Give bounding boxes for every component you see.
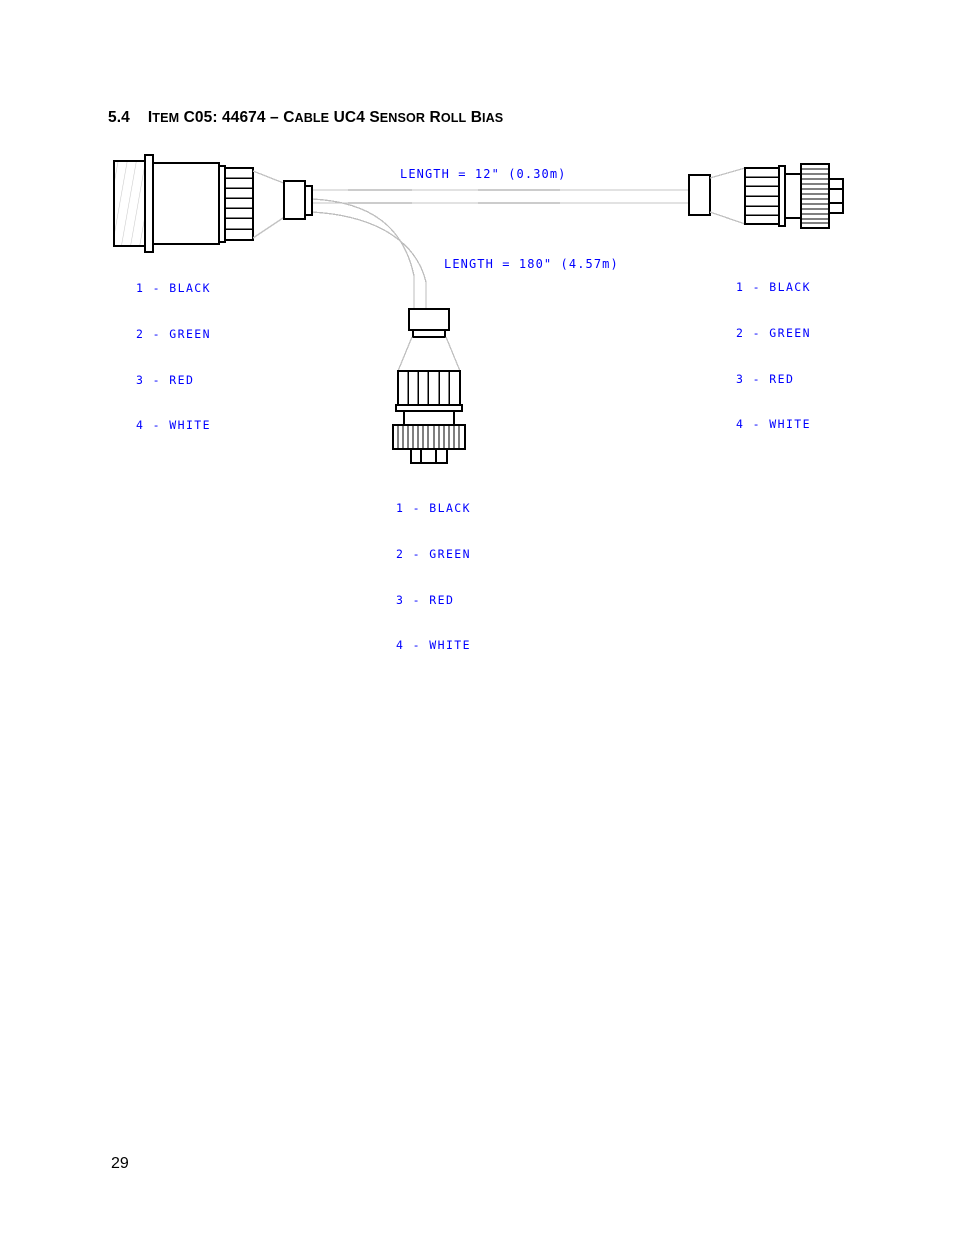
pinout-right-line-2: 2 - GREEN bbox=[736, 326, 811, 341]
junction-block bbox=[283, 180, 313, 220]
pinout-left-line-4: 4 - WHITE bbox=[136, 418, 211, 433]
pinout-left-line-1: 1 - BLACK bbox=[136, 281, 211, 296]
pinout-bottom-line-4: 4 - WHITE bbox=[396, 638, 471, 653]
pinout-bottom-line-3: 3 - RED bbox=[396, 592, 455, 607]
pinout-right-line-4: 4 - WHITE bbox=[736, 417, 811, 432]
pinout-bottom-line-2: 2 - GREEN bbox=[396, 547, 471, 562]
cable-branch bbox=[311, 198, 427, 310]
pinout-right-line-1: 1 - BLACK bbox=[736, 280, 811, 295]
pinout-bottom-line-1: 1 - BLACK bbox=[396, 501, 471, 516]
page-number: 29 bbox=[111, 1155, 129, 1172]
left-connector bbox=[113, 154, 287, 253]
bottom-connector bbox=[392, 308, 466, 464]
pinout-list-bottom: 1 - BLACK 2 - GREEN 3 - RED 4 - WHITE bbox=[396, 471, 471, 684]
pinout-left-line-3: 3 - RED bbox=[136, 372, 195, 387]
length-label-main: LENGTH = 12" (0.30m) bbox=[400, 167, 567, 181]
right-connector bbox=[688, 163, 844, 229]
pinout-list-right: 1 - BLACK 2 - GREEN 3 - RED 4 - WHITE bbox=[736, 250, 811, 463]
pinout-right-line-3: 3 - RED bbox=[736, 371, 795, 386]
cable-main bbox=[312, 189, 690, 204]
document-page: 5.4 ITEM C05: 44674 – CABLE UC4 SENSOR RO… bbox=[0, 0, 954, 1235]
pinout-left-line-2: 2 - GREEN bbox=[136, 327, 211, 342]
pinout-list-left: 1 - BLACK 2 - GREEN 3 - RED 4 - WHITE bbox=[136, 251, 211, 464]
length-label-branch: LENGTH = 180" (4.57m) bbox=[444, 257, 619, 271]
